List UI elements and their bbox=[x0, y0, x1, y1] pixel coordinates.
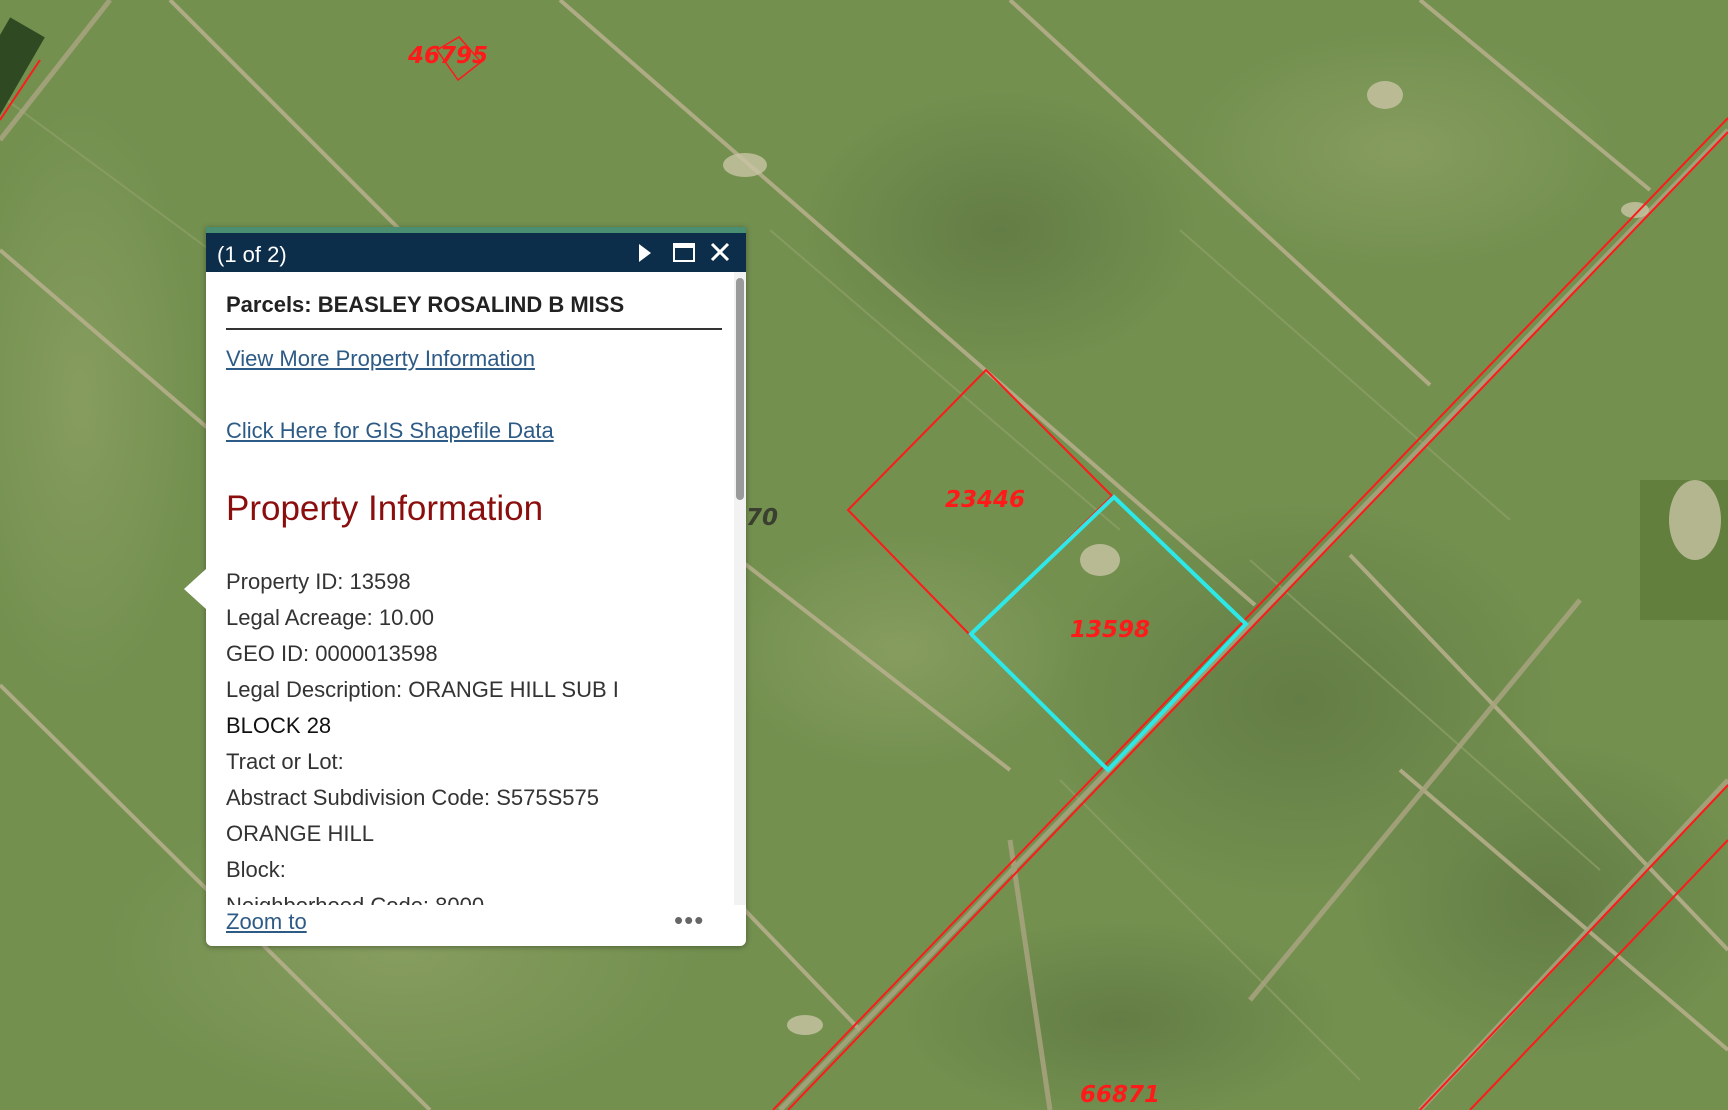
popup-scrollbar[interactable] bbox=[734, 272, 746, 905]
field-neighborhood-code: Neighborhood Code: 8000 bbox=[226, 888, 722, 905]
popup-header: (1 of 2) bbox=[206, 227, 746, 272]
gis-shapefile-link[interactable]: Click Here for GIS Shapefile Data bbox=[226, 418, 554, 444]
parcel-label-13598: 13598 bbox=[1070, 617, 1151, 643]
field-geo-id: GEO ID: 0000013598 bbox=[226, 641, 438, 666]
zoom-to-link[interactable]: Zoom to bbox=[226, 909, 307, 935]
field-block: Block: bbox=[226, 857, 286, 882]
next-arrow-icon[interactable] bbox=[630, 239, 658, 267]
property-fields: Property ID: 13598 Legal Acreage: 10.00 … bbox=[226, 564, 722, 905]
parcel-label-partial: 70 bbox=[746, 505, 779, 531]
popup-content[interactable]: Parcels: BEASLEY ROSALIND B MISS View Mo… bbox=[206, 272, 734, 905]
feature-count: (1 of 2) bbox=[217, 242, 287, 267]
property-info-heading: Property Information bbox=[226, 489, 544, 528]
field-abstract-subdivision-cont: ORANGE HILL bbox=[226, 821, 374, 846]
popup-pointer bbox=[184, 569, 206, 609]
more-options-icon[interactable]: ••• bbox=[674, 905, 704, 936]
maximize-icon[interactable] bbox=[670, 239, 698, 267]
scrollbar-thumb[interactable] bbox=[736, 278, 744, 500]
field-abstract-subdivision-code: Abstract Subdivision Code: S575S575 bbox=[226, 785, 600, 810]
parcel-label-66871: 66871 bbox=[1080, 1082, 1161, 1108]
field-legal-acreage: Legal Acreage: 10.00 bbox=[226, 605, 434, 630]
popup-title: Parcels: BEASLEY ROSALIND B MISS bbox=[226, 292, 722, 330]
field-property-id: Property ID: 13598 bbox=[226, 569, 411, 594]
field-legal-description-cont: BLOCK 28 bbox=[226, 713, 332, 738]
view-more-info-link[interactable]: View More Property Information bbox=[226, 346, 535, 372]
popup-footer: Zoom to ••• bbox=[206, 905, 746, 946]
close-icon[interactable] bbox=[706, 239, 734, 267]
parcel-label-46795: 46795 bbox=[408, 43, 489, 69]
parcel-info-popup: (1 of 2) Parcels: BEASLEY ROSALIND B MIS… bbox=[184, 227, 746, 946]
field-tract-or-lot: Tract or Lot: bbox=[226, 749, 344, 774]
parcel-label-23446: 23446 bbox=[945, 487, 1026, 513]
field-legal-description: Legal Description: ORANGE HILL SUB I bbox=[226, 677, 619, 702]
